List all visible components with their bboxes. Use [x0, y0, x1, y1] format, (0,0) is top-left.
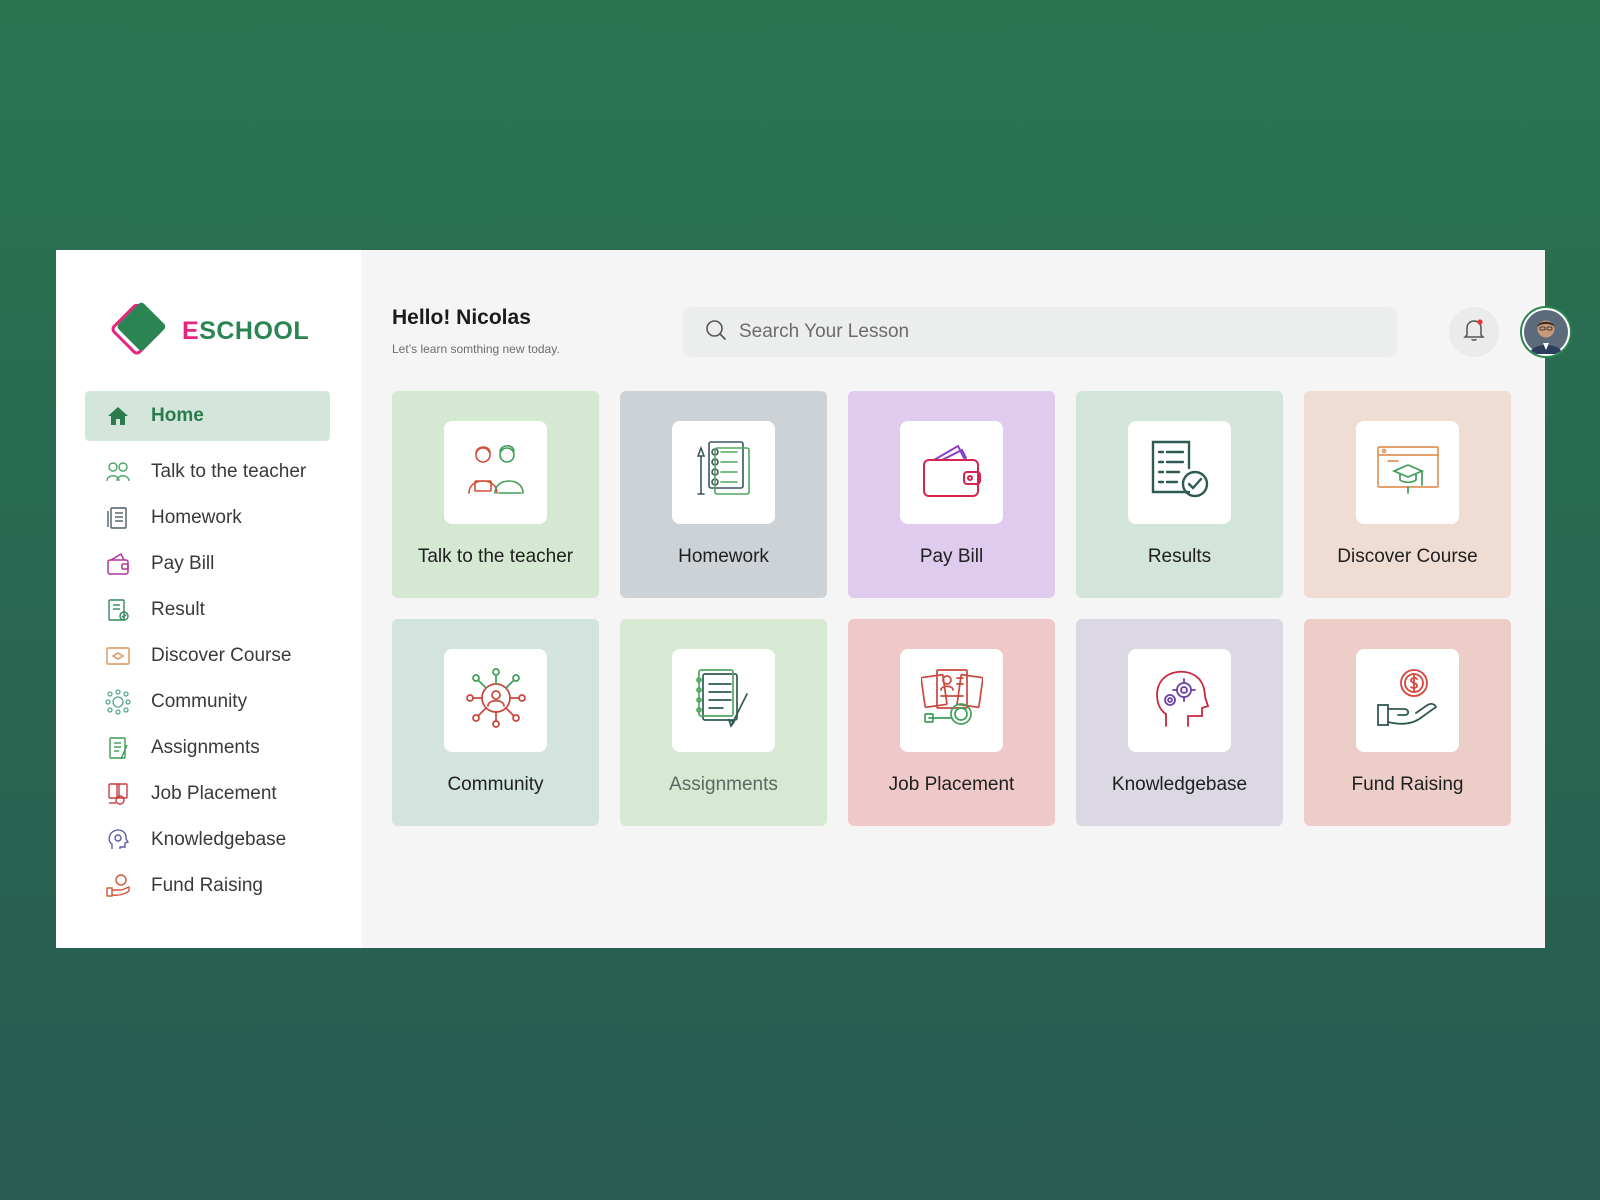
sidebar-item-label: Fund Raising: [151, 875, 263, 896]
sidebar-item-label: Homework: [151, 507, 242, 528]
card-results[interactable]: Results: [1076, 391, 1283, 598]
sidebar-item-home[interactable]: Home: [85, 391, 330, 441]
greeting: Hello! Nicolas Let’s learn somthing new …: [392, 306, 560, 356]
card-assignments[interactable]: Assignments: [620, 619, 827, 826]
feature-grid: Talk to the teacher Homework Pay Bill Re…: [392, 391, 1511, 826]
sidebar-nav: Home Talk to the teacher Homework Pay Bi…: [85, 391, 330, 909]
sidebar-item-label: Discover Course: [151, 645, 292, 666]
homework-icon: [105, 505, 131, 531]
card-label: Homework: [678, 546, 769, 567]
app-window: ESCHOOL Home Talk to the teacher Homewor…: [56, 250, 1572, 948]
card-talk-to-teacher[interactable]: Talk to the teacher: [392, 391, 599, 598]
logo-mark: [106, 302, 170, 360]
card-icon-box: [900, 649, 1003, 752]
brand-rest: SCHOOL: [199, 316, 310, 345]
card-label: Community: [447, 774, 544, 795]
job-icon: [105, 781, 131, 807]
card-knowledgebase[interactable]: Knowledgebase: [1076, 619, 1283, 826]
teacher-icon: [105, 459, 131, 485]
search-bar[interactable]: [683, 307, 1397, 357]
result-icon: [1149, 438, 1211, 507]
result-icon: [105, 597, 131, 623]
sidebar-item-result[interactable]: Result: [85, 587, 330, 633]
knowledge-icon: [105, 827, 131, 853]
greeting-title: Hello! Nicolas: [392, 306, 531, 329]
card-icon-box: [1128, 649, 1231, 752]
card-icon-box: [1356, 421, 1459, 524]
search-icon: [705, 319, 727, 346]
card-icon-box: [900, 421, 1003, 524]
user-avatar[interactable]: [1520, 306, 1572, 358]
community-icon: [105, 689, 131, 715]
bell-icon: [1463, 318, 1485, 347]
community-icon: [464, 666, 528, 735]
card-icon-box: [672, 421, 775, 524]
homework-icon: [695, 438, 753, 507]
sidebar-item-pay-bill[interactable]: Pay Bill: [85, 541, 330, 587]
sidebar-item-discover-course[interactable]: Discover Course: [85, 633, 330, 679]
card-label: Discover Course: [1337, 546, 1478, 567]
card-job-placement[interactable]: Job Placement: [848, 619, 1055, 826]
card-discover-course[interactable]: Discover Course: [1304, 391, 1511, 598]
sidebar-item-label: Home: [151, 405, 204, 426]
brand-first-letter: E: [182, 316, 200, 345]
sidebar-item-knowledgebase[interactable]: Knowledgebase: [85, 817, 330, 863]
greeting-subtitle: Let’s learn somthing new today.: [392, 342, 560, 356]
course-icon: [1376, 445, 1440, 500]
sidebar-item-label: Community: [151, 691, 248, 712]
card-label: Talk to the teacher: [417, 546, 574, 567]
card-icon-box: [444, 421, 547, 524]
brand-name: ESCHOOL: [182, 317, 309, 346]
card-label: Results: [1147, 546, 1212, 567]
wallet-icon: [920, 440, 984, 505]
teacher-icon: [465, 441, 527, 504]
sidebar-item-talk-to-teacher[interactable]: Talk to the teacher: [85, 449, 330, 495]
knowledge-icon: [1150, 666, 1210, 735]
sidebar-item-label: Knowledgebase: [151, 829, 287, 850]
wallet-icon: [105, 551, 131, 577]
sidebar-item-homework[interactable]: Homework: [85, 495, 330, 541]
sidebar-item-community[interactable]: Community: [85, 679, 330, 725]
card-label: Pay Bill: [919, 546, 984, 567]
sidebar-item-label: Assignments: [151, 737, 260, 758]
card-homework[interactable]: Homework: [620, 391, 827, 598]
card-community[interactable]: Community: [392, 619, 599, 826]
assignments-icon: [105, 735, 131, 761]
search-input[interactable]: [739, 321, 1339, 343]
fund-icon: [1376, 667, 1440, 734]
sidebar-item-label: Pay Bill: [151, 553, 215, 574]
course-icon: [105, 643, 131, 669]
notification-button[interactable]: [1449, 307, 1499, 357]
card-icon-box: [672, 649, 775, 752]
logo[interactable]: ESCHOOL: [106, 302, 309, 360]
assignments-icon: [695, 666, 753, 735]
card-pay-bill[interactable]: Pay Bill: [848, 391, 1055, 598]
card-label: Assignments: [669, 774, 778, 795]
card-icon-box: [444, 649, 547, 752]
card-label: Job Placement: [888, 774, 1015, 795]
main-content: Hello! Nicolas Let’s learn somthing new …: [361, 250, 1572, 948]
sidebar-item-label: Job Placement: [151, 783, 277, 804]
sidebar-item-label: Result: [151, 599, 205, 620]
card-fund-raising[interactable]: Fund Raising: [1304, 619, 1511, 826]
home-icon: [105, 403, 131, 429]
card-icon-box: [1128, 421, 1231, 524]
card-icon-box: [1356, 649, 1459, 752]
sidebar-item-fund-raising[interactable]: Fund Raising: [85, 863, 330, 909]
job-icon: [919, 666, 984, 735]
card-label: Knowledgebase: [1111, 774, 1248, 795]
card-label: Fund Raising: [1351, 774, 1464, 795]
sidebar: ESCHOOL Home Talk to the teacher Homewor…: [56, 250, 361, 948]
sidebar-item-job-placement[interactable]: Job Placement: [85, 771, 330, 817]
sidebar-item-assignments[interactable]: Assignments: [85, 725, 330, 771]
fund-icon: [105, 873, 131, 899]
sidebar-item-label: Talk to the teacher: [151, 461, 307, 482]
